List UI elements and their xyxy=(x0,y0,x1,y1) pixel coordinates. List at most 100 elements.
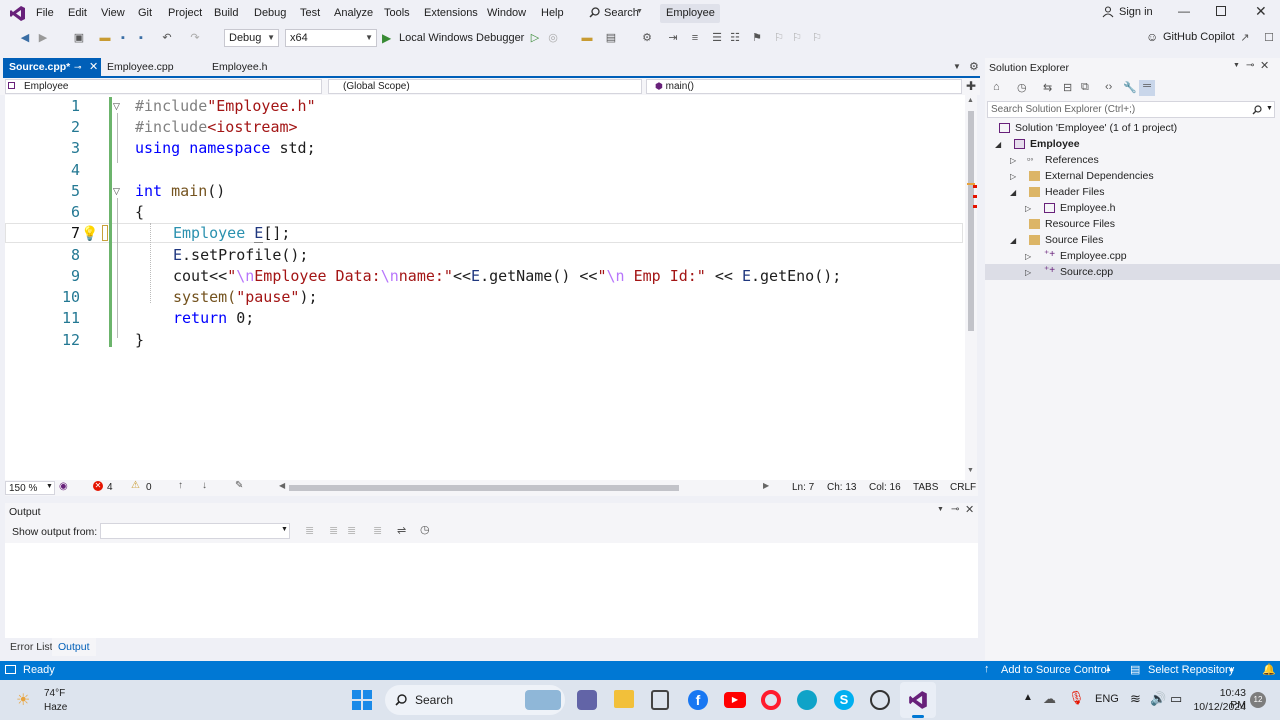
open-folder-icon[interactable]: ▬ xyxy=(98,31,112,45)
properties-icon[interactable]: 🔧 xyxy=(1123,81,1137,94)
collapse-all-icon[interactable]: ⊟ xyxy=(1063,81,1072,94)
visual-studio-taskbar-button[interactable] xyxy=(900,682,936,718)
preview-icon[interactable]: ═ xyxy=(1139,80,1155,96)
solution-search-input[interactable]: Search Solution Explorer (Ctrl+;) ▼ xyxy=(987,101,1275,118)
tree-item-header-files[interactable]: ◢ Header Files xyxy=(985,184,1280,200)
opera-icon[interactable] xyxy=(761,690,781,710)
copilot-status-icon[interactable]: ◉ xyxy=(59,481,68,492)
battery-icon[interactable]: ▭ xyxy=(1170,691,1182,707)
history-icon[interactable]: ◷ xyxy=(1017,81,1027,94)
youtube-icon[interactable]: ▶ xyxy=(724,692,746,708)
home-icon[interactable]: ⌂ xyxy=(993,81,1000,93)
collapse-icon[interactable]: ▽ xyxy=(113,101,120,112)
panel-menu-icon[interactable]: ▼ xyxy=(1233,62,1240,69)
tree-item-references[interactable]: ▷ ▫◦ References xyxy=(985,152,1280,168)
code-editor[interactable]: 1 2 3 4 5 6 7 8 9 10 11 12 ▽ ▽ 💡 #includ… xyxy=(5,95,977,480)
edge-icon[interactable] xyxy=(797,690,817,710)
clock-date[interactable]: 10/12/2024 xyxy=(1191,701,1246,713)
scroll-right-icon[interactable]: ▶ xyxy=(763,481,769,490)
char-indicator[interactable]: Ch: 13 xyxy=(827,482,856,493)
breakpoint-icon[interactable]: ⚙ xyxy=(640,31,654,45)
menu-window[interactable]: Window xyxy=(487,7,526,19)
menu-view[interactable]: View xyxy=(101,7,125,19)
tree-item-project[interactable]: ◢ Employee xyxy=(985,136,1280,152)
step-icon[interactable]: ⇥ xyxy=(666,31,680,45)
taskbar-search[interactable]: Search xyxy=(385,685,565,715)
save-all-icon[interactable]: ▪ xyxy=(134,31,148,45)
volume-icon[interactable]: 🔊 xyxy=(1150,691,1166,707)
select-repository-button[interactable]: ▤ Select Repository ▲ xyxy=(1130,663,1240,678)
menu-file[interactable]: File xyxy=(36,7,54,19)
menu-test[interactable]: Test xyxy=(300,7,320,19)
collapsed-icon[interactable]: ▷ xyxy=(1010,156,1016,165)
error-count[interactable]: 4 xyxy=(107,482,113,493)
scroll-left-icon[interactable]: ◀ xyxy=(279,481,285,490)
split-icon[interactable]: ✚ xyxy=(966,79,976,93)
config-dropdown[interactable]: Debug ▼ xyxy=(224,29,279,47)
warning-icon[interactable]: ⚠ xyxy=(131,480,140,491)
project-dropdown[interactable]: Employee xyxy=(5,79,322,94)
collapsed-icon[interactable]: ▷ xyxy=(1025,252,1031,261)
chevron-up-icon[interactable]: ▲ xyxy=(1023,692,1033,703)
pin-icon[interactable]: ⊸ xyxy=(1246,60,1254,71)
close-icon[interactable]: ✕ xyxy=(89,58,98,77)
line-indicator[interactable]: Ln: 7 xyxy=(792,482,814,493)
menu-build[interactable]: Build xyxy=(214,7,238,19)
error-icon[interactable]: ✕ xyxy=(93,481,103,491)
output-source-dropdown[interactable]: ▼ xyxy=(100,523,290,539)
eol-indicator[interactable]: CRLF xyxy=(950,482,976,493)
uncomment-icon[interactable]: ☷ xyxy=(728,31,742,45)
prev-bookmark-icon[interactable]: ⚐ xyxy=(772,31,786,45)
tab-employee-h[interactable]: Employee.h xyxy=(206,58,296,77)
browse-icon[interactable]: ▬ xyxy=(580,31,594,45)
panel-menu-icon[interactable]: ▼ xyxy=(937,506,944,513)
show-all-files-icon[interactable]: ⧉ xyxy=(1081,81,1089,94)
lightbulb-icon[interactable]: 💡 xyxy=(81,225,98,242)
clear-all-icon[interactable]: ≣ xyxy=(373,524,382,537)
close-icon[interactable]: ✕ xyxy=(965,503,974,516)
next-issue-icon[interactable]: ↓ xyxy=(202,480,207,491)
menu-search-button[interactable]: Search ▼ xyxy=(586,4,646,22)
teams-icon[interactable] xyxy=(577,690,597,710)
notification-badge[interactable]: 12 xyxy=(1250,692,1266,708)
scroll-down-icon[interactable]: ▼ xyxy=(967,467,974,474)
tree-item-source-files[interactable]: ◢ Source Files xyxy=(985,232,1280,248)
settings-icon[interactable]: ⚙ xyxy=(969,60,979,73)
scope-dropdown[interactable]: (Global Scope) xyxy=(328,79,642,94)
pin-icon[interactable]: ⊸ xyxy=(74,58,82,77)
new-item-icon[interactable]: ▣ xyxy=(72,31,86,45)
menu-analyze[interactable]: Analyze xyxy=(334,7,373,19)
tree-item-solution[interactable]: Solution 'Employee' (1 of 1 project) xyxy=(985,120,1280,136)
collapsed-icon[interactable]: ▷ xyxy=(1025,268,1031,277)
scroll-thumb[interactable] xyxy=(968,111,974,331)
indent-indicator[interactable]: TABS xyxy=(913,482,938,493)
word-wrap-icon[interactable]: ⇌ xyxy=(397,524,406,537)
menu-tools[interactable]: Tools xyxy=(384,7,410,19)
next-bookmark-icon[interactable]: ⚐ xyxy=(790,31,804,45)
next-message-icon[interactable]: ≣ xyxy=(347,524,356,537)
sign-in-button[interactable]: Sign in xyxy=(1102,5,1162,21)
minimize-button[interactable]: — xyxy=(1178,4,1190,18)
timestamp-icon[interactable]: ◷ xyxy=(420,523,430,536)
bookmark-icon[interactable]: ⚑ xyxy=(750,31,764,45)
output-text-area[interactable] xyxy=(5,543,978,638)
prev-issue-icon[interactable]: ↑ xyxy=(178,480,183,491)
view-code-icon[interactable]: ‹› xyxy=(1105,81,1112,93)
weather-widget[interactable]: ☀ 74°F Haze xyxy=(14,684,84,716)
menu-git[interactable]: Git xyxy=(138,7,152,19)
share-icon[interactable]: ↗ xyxy=(1238,31,1252,45)
expanded-icon[interactable]: ◢ xyxy=(1010,188,1016,197)
tab-overflow-icon[interactable]: ▼ xyxy=(953,62,961,71)
collapsed-icon[interactable]: ▷ xyxy=(1025,204,1031,213)
menu-edit[interactable]: Edit xyxy=(68,7,87,19)
col-indicator[interactable]: Col: 16 xyxy=(869,482,901,493)
close-icon[interactable]: ✕ xyxy=(1260,59,1269,72)
collapsed-icon[interactable]: ▷ xyxy=(1010,172,1016,181)
clear-bookmarks-icon[interactable]: ⚐ xyxy=(810,31,824,45)
skype-icon[interactable]: S xyxy=(834,690,854,710)
github-copilot-button[interactable]: ☺ GitHub Copilot xyxy=(1146,30,1246,46)
redo-icon[interactable]: ↷ xyxy=(188,31,202,45)
menu-project[interactable]: Project xyxy=(168,7,202,19)
menu-extensions[interactable]: Extensions xyxy=(424,7,478,19)
warning-count[interactable]: 0 xyxy=(146,482,152,493)
